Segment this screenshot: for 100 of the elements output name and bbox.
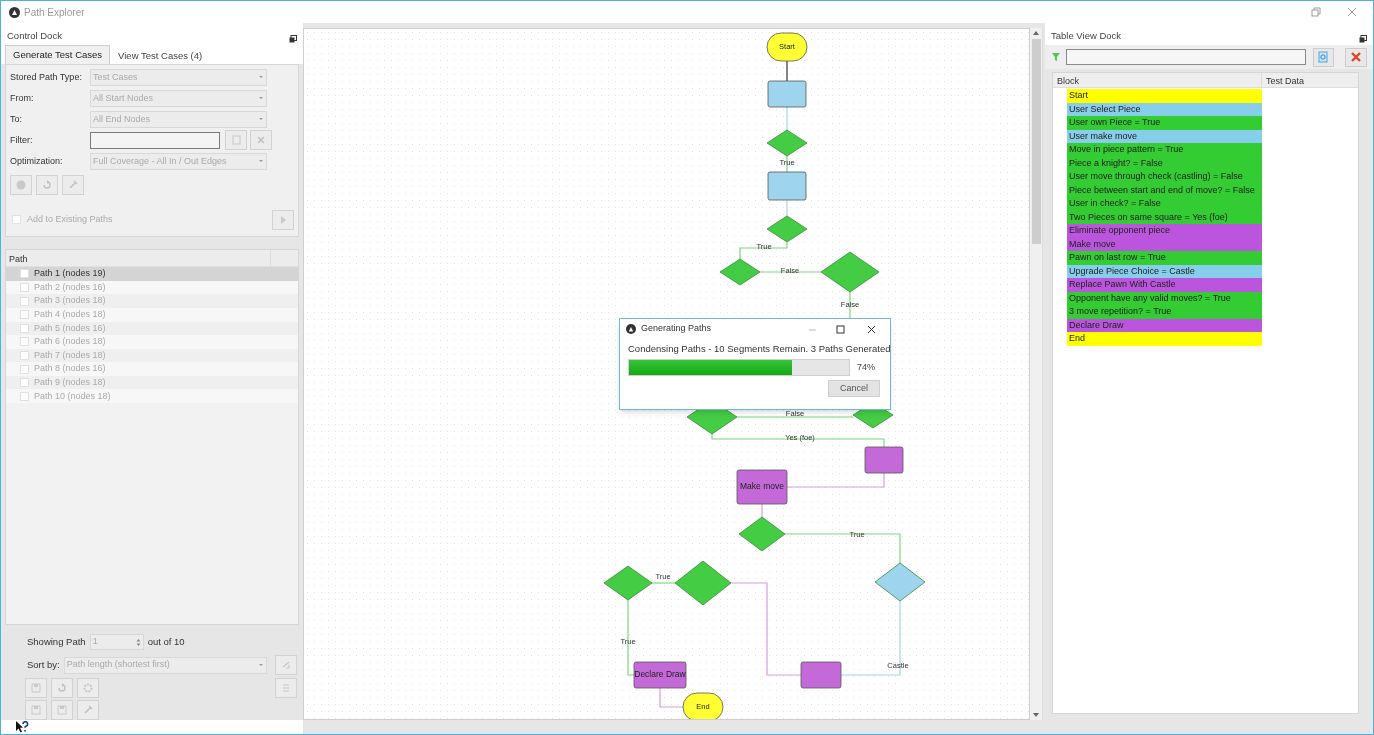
column-header: Test Data <box>1265 75 1306 87</box>
cancel-button[interactable]: Cancel <box>828 380 880 398</box>
table-cell: 3 move repetition? = True <box>1067 305 1262 319</box>
checkbox[interactable] <box>20 337 29 347</box>
connector-line <box>651 582 676 584</box>
app-icon <box>9 6 20 18</box>
table-cell: User in check? = False <box>1067 197 1262 211</box>
dock-float-icon <box>1359 35 1367 43</box>
process-node[interactable]: Declare Draw <box>633 661 687 689</box>
field-label: Filter: <box>10 133 34 147</box>
checkbox[interactable] <box>20 364 29 374</box>
connector-line <box>786 199 788 217</box>
checkbox[interactable] <box>20 378 29 388</box>
save-icon <box>30 704 42 717</box>
page-icon <box>230 134 242 147</box>
decision-node[interactable] <box>766 215 808 243</box>
disc-icon <box>15 178 27 191</box>
filter-apply-button[interactable] <box>225 130 247 151</box>
toolbar-button[interactable] <box>275 655 297 676</box>
table-cell: Move in piece pattern = True <box>1067 143 1262 157</box>
dock-title: Control Dock <box>7 28 62 43</box>
tree-row[interactable]: Path 6 (nodes 18) <box>6 335 298 349</box>
connector-line <box>739 241 788 260</box>
column-header: Block <box>1053 73 1262 87</box>
dialog-title: Generating Paths <box>641 322 712 336</box>
table-cell: Replace Pawn With Castle <box>1067 278 1262 292</box>
checkbox[interactable] <box>12 215 21 225</box>
swap-icon <box>280 659 292 672</box>
decision-node[interactable] <box>738 516 786 552</box>
toolbar-button[interactable] <box>25 700 47 721</box>
document-icon <box>1317 51 1330 63</box>
tree-row[interactable]: Path 8 (nodes 16) <box>6 362 298 376</box>
dock-float-icon <box>289 34 297 43</box>
caret-icon <box>258 96 264 101</box>
spin-box[interactable]: 1 <box>89 634 144 651</box>
window-title: Path Explorer <box>24 5 85 20</box>
save-icon <box>56 704 68 717</box>
filter-input[interactable] <box>90 131 220 149</box>
toolbar-button[interactable] <box>77 700 99 721</box>
toolbar-button[interactable] <box>51 700 73 721</box>
connector-line <box>786 155 788 173</box>
decision-node[interactable] <box>874 562 926 602</box>
close-icon <box>866 324 876 334</box>
process-node[interactable] <box>864 446 904 474</box>
dropdown[interactable]: Path length (shortest first) <box>63 656 267 674</box>
cross-icon <box>1350 51 1363 63</box>
clear-button[interactable] <box>1345 47 1367 67</box>
checkbox[interactable] <box>20 323 29 333</box>
column-header: Path <box>6 250 271 267</box>
tree-row[interactable]: Path 10 (nodes 18) <box>6 389 298 404</box>
toolbar-button[interactable] <box>77 678 99 699</box>
toolbar-button[interactable] <box>36 174 58 195</box>
decision-node[interactable] <box>603 565 653 601</box>
close-icon <box>1347 7 1357 17</box>
toolbar-button[interactable] <box>10 174 32 195</box>
checkbox[interactable] <box>20 269 29 279</box>
toolbar-button[interactable] <box>25 678 47 699</box>
process-node[interactable] <box>800 661 842 689</box>
process-node[interactable] <box>767 80 807 108</box>
pin-icon <box>67 178 79 191</box>
process-node[interactable]: Make move <box>736 469 788 505</box>
table-cell: Eliminate opponent piece <box>1067 224 1262 238</box>
process-node[interactable] <box>767 171 807 201</box>
checkbox[interactable] <box>20 310 29 320</box>
connector-line <box>659 687 684 708</box>
decision-node[interactable] <box>820 251 880 293</box>
caret-icon <box>258 117 264 122</box>
refresh-button[interactable] <box>1312 47 1335 67</box>
field-label: To: <box>10 112 23 126</box>
tree-row[interactable]: Path 1 (nodes 19) <box>6 267 298 281</box>
checkbox[interactable] <box>20 283 29 293</box>
table-cell: Pawn on last row = True <box>1067 251 1262 265</box>
save-icon <box>30 682 42 695</box>
field-label: Showing Path <box>27 635 86 650</box>
filter-clear-button[interactable] <box>250 130 272 151</box>
caret-icon <box>258 663 264 668</box>
spin-arrows-icon <box>135 637 141 647</box>
checkbox[interactable] <box>20 296 29 306</box>
field-label: Optimization: <box>10 154 64 168</box>
connector-line <box>761 503 763 518</box>
toolbar-button[interactable] <box>275 678 297 699</box>
decision-node[interactable] <box>674 560 732 606</box>
decision-node[interactable] <box>766 129 808 157</box>
table-cell: User own Piece = True <box>1067 116 1262 130</box>
field-label: Stored Path Type: <box>10 70 83 84</box>
run-button[interactable] <box>272 209 294 230</box>
scrollbar-thumb[interactable] <box>1031 39 1041 244</box>
toolbar-button[interactable] <box>51 678 73 699</box>
decision-node[interactable] <box>719 258 761 286</box>
field-label: Sort by: <box>27 658 60 672</box>
gear-icon <box>82 682 94 695</box>
checkbox[interactable] <box>20 351 29 360</box>
checkbox[interactable] <box>20 391 29 401</box>
toolbar-button[interactable] <box>62 174 84 195</box>
connector-line <box>786 106 788 131</box>
filter-icon <box>1051 52 1061 62</box>
maximize-icon <box>835 324 845 334</box>
filter-input[interactable] <box>1065 49 1306 65</box>
table-cell: User move through check (castling) = False <box>1067 170 1262 184</box>
dropdown[interactable]: Test Cases <box>90 68 267 86</box>
